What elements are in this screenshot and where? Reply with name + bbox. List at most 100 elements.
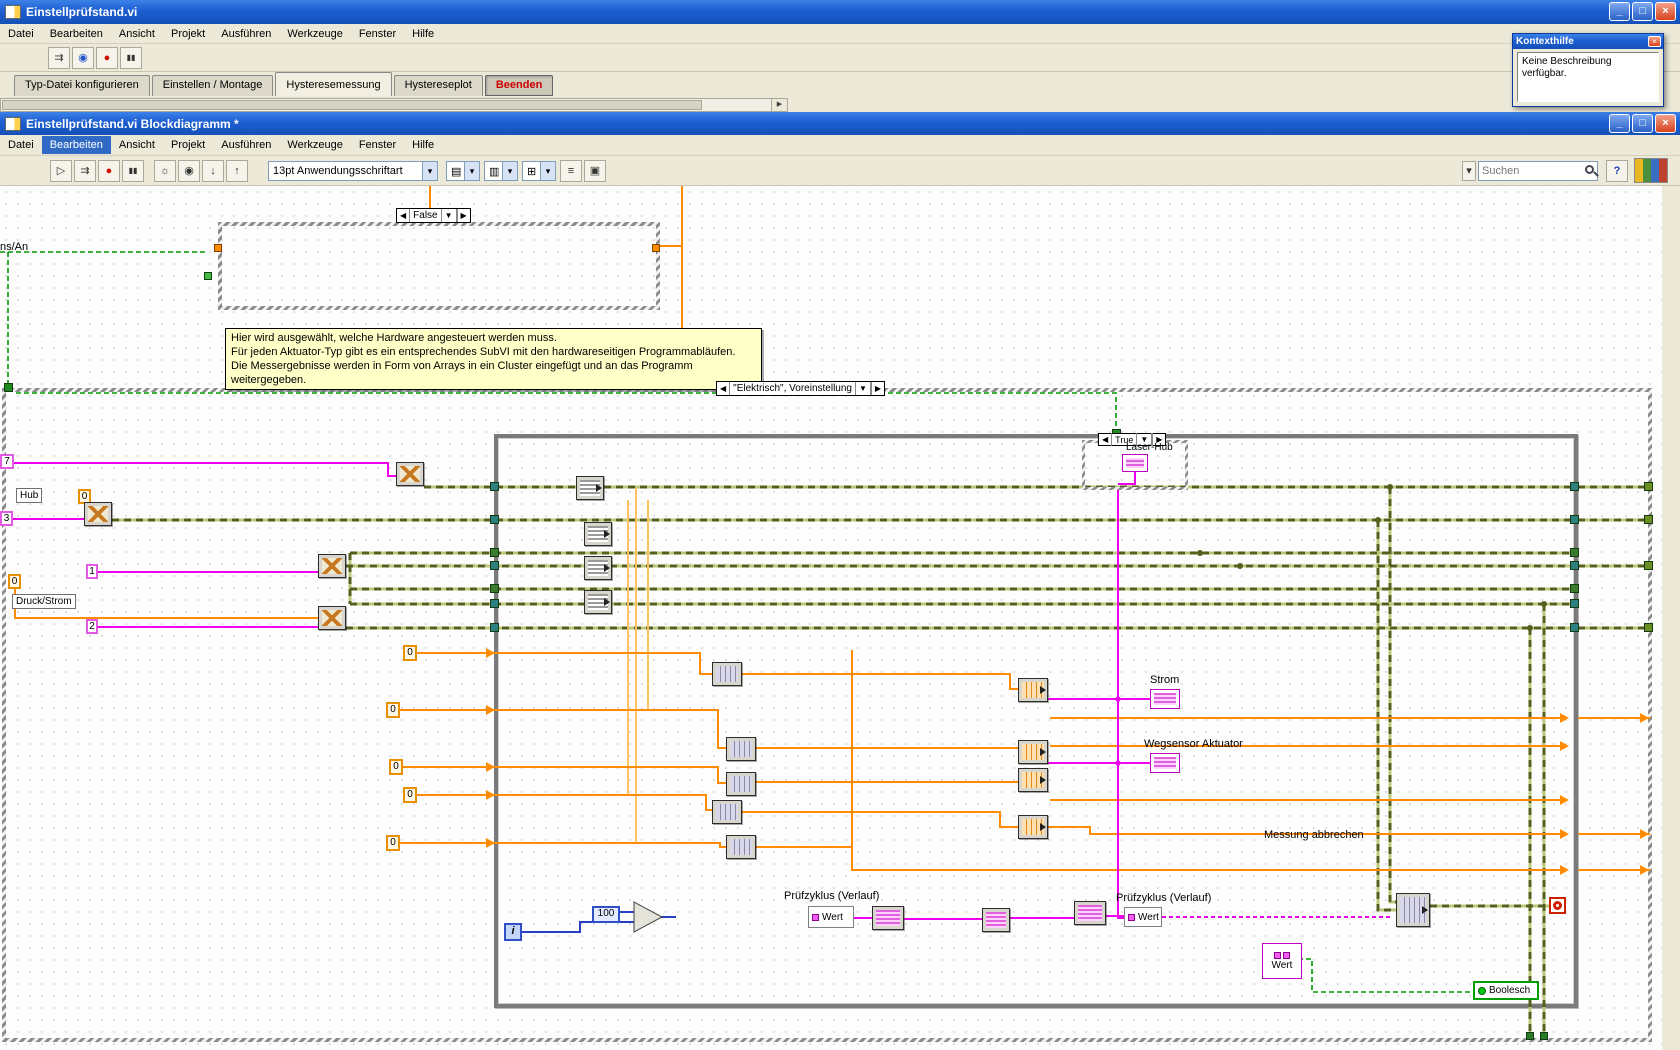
hscroll-right-arrow[interactable]: ▶ [771,98,788,112]
build-cluster-array-node[interactable] [1396,893,1430,927]
constant-1[interactable]: 1 [86,564,98,579]
chevron-down-icon[interactable]: ▾ [422,162,437,180]
interpolate-node[interactable] [318,606,346,630]
help-button[interactable]: ? [1606,160,1628,182]
case-next-icon[interactable]: ▶ [871,382,884,395]
loop-iteration-terminal[interactable]: i [504,923,522,941]
type-cast-node[interactable] [982,908,1010,932]
index-array-node[interactable] [1018,740,1048,764]
case-drop-icon[interactable]: ▼ [855,382,871,395]
abort-button[interactable]: ● [96,47,118,69]
step-out-button[interactable]: ↑ [226,160,248,182]
interpolate-node[interactable] [84,502,112,526]
index-array-node[interactable] [1018,678,1048,702]
highlight-execution-button[interactable]: ☼ [154,160,176,182]
close-button[interactable]: × [1655,2,1676,21]
loop-run-button[interactable]: ◉ [72,47,94,69]
run-button[interactable]: ▷ [50,160,72,182]
strom-indicator-node[interactable] [1150,689,1180,709]
index-array-node[interactable] [584,556,612,580]
menu-projekt[interactable]: Projekt [163,136,213,154]
label-hub[interactable]: Hub [16,488,42,503]
menu-werkzeuge[interactable]: Werkzeuge [279,25,350,43]
menu-fenster[interactable]: Fenster [351,136,404,154]
align-objects-dropdown[interactable]: ▤ ▾ [446,161,480,181]
chevron-down-icon[interactable]: ▾ [540,162,555,180]
tab-hystereseplot[interactable]: Hystereseplot [394,75,483,96]
case-structure-false[interactable] [218,222,660,310]
constant-3[interactable]: 3 [0,511,13,526]
search-icon[interactable] [1585,165,1594,174]
case-prev-icon[interactable]: ◀ [1099,433,1112,446]
abort-button[interactable]: ● [98,160,120,182]
wert-indicator-3[interactable]: Wert [1262,943,1302,979]
step-into-button[interactable]: ↓ [202,160,224,182]
pause-button[interactable]: ▮▮ [120,47,142,69]
case-prev-icon[interactable]: ◀ [717,382,730,395]
block-diagram-titlebar[interactable]: Einstellprüfstand.vi Blockdiagramm * _ □… [0,112,1680,135]
tab-hysteresemessung[interactable]: Hysteresemessung [275,72,391,96]
build-array-node[interactable] [726,737,756,761]
front-panel-hscrollbar[interactable]: ▶ [0,98,788,112]
maximize-button[interactable]: □ [1632,2,1653,21]
case-selector-outer[interactable]: ◀ "Elektrisch", Voreinstellung ▼ ▶ [716,381,885,396]
wegsensor-indicator-node[interactable] [1150,753,1180,773]
distribute-objects-dropdown[interactable]: ▥ ▾ [484,161,518,181]
build-array-node[interactable] [726,772,756,796]
constant-100[interactable]: 100 [592,906,620,923]
menu-bearbeiten[interactable]: Bearbeiten [42,136,111,154]
constant-0-a[interactable]: 0 [403,645,417,661]
resize-objects-dropdown[interactable]: ⊞ ▾ [522,161,556,181]
case-drop-icon[interactable]: ▼ [441,209,457,222]
constant-0-druck[interactable]: 0 [8,574,21,589]
context-help-close-icon[interactable]: × [1648,36,1661,47]
menu-datei[interactable]: Datei [0,136,42,154]
wert-control-1[interactable]: Wert [808,906,854,928]
menu-ansicht[interactable]: Ansicht [111,136,163,154]
maximize-button[interactable]: □ [1632,114,1653,133]
search-history-dropdown[interactable]: ▾ [1462,161,1476,181]
constant-0-c[interactable]: 0 [389,759,403,775]
close-button[interactable]: × [1655,114,1676,133]
pause-button[interactable]: ▮▮ [122,160,144,182]
minimize-button[interactable]: _ [1609,114,1630,133]
menu-ausfuehren[interactable]: Ausführen [213,25,279,43]
tab-typ-datei[interactable]: Typ-Datei konfigurieren [14,75,150,96]
build-array-node[interactable] [726,835,756,859]
case-selector-false[interactable]: ◀ False ▼ ▶ [396,208,471,223]
search-box[interactable] [1478,161,1598,181]
build-array-node[interactable] [712,662,742,686]
menu-werkzeuge[interactable]: Werkzeuge [279,136,350,154]
abort-indicator-node[interactable] [1549,897,1566,914]
diagram-comment[interactable]: Hier wird ausgewählt, welche Hardware an… [225,328,762,390]
constant-0-b[interactable]: 0 [386,702,400,718]
bundle-node[interactable] [1074,901,1106,925]
menu-hilfe[interactable]: Hilfe [404,136,442,154]
diagram-canvas[interactable]: ◀ False ▼ ▶ ◀ "Elektrisch", Voreinstellu… [0,186,1662,1050]
menu-datei[interactable]: Datei [0,25,42,43]
constant-0-d[interactable]: 0 [403,787,417,803]
index-array-node[interactable] [576,476,604,500]
tab-einstellen-montage[interactable]: Einstellen / Montage [152,75,274,96]
build-array-node[interactable] [712,800,742,824]
constant-2[interactable]: 2 [86,619,98,634]
interpolate-node[interactable] [318,554,346,578]
cluster-constant-node[interactable] [1122,454,1148,472]
constant-7[interactable]: 7 [0,454,14,469]
chevron-down-icon[interactable]: ▾ [464,162,479,180]
front-panel-titlebar[interactable]: Einstellprüfstand.vi _ □ × [0,0,1680,24]
reorder-button[interactable]: ≡ [560,160,582,182]
chevron-down-icon[interactable]: ▾ [502,162,517,180]
menu-ausfuehren[interactable]: Ausführen [213,136,279,154]
case-next-icon[interactable]: ▶ [457,209,470,222]
font-selector[interactable]: 13pt Anwendungsschriftart ▾ [268,161,438,181]
run-continuous-button[interactable]: ⇉ [74,160,96,182]
search-input[interactable] [1479,165,1585,177]
retain-values-button[interactable]: ◉ [178,160,200,182]
hscroll-thumb[interactable] [2,100,702,110]
interpolate-node[interactable] [396,462,424,486]
index-array-node[interactable] [584,590,612,614]
menu-ansicht[interactable]: Ansicht [111,25,163,43]
vi-profile-icon[interactable] [1634,158,1668,183]
array-to-cluster-node[interactable] [872,906,904,930]
